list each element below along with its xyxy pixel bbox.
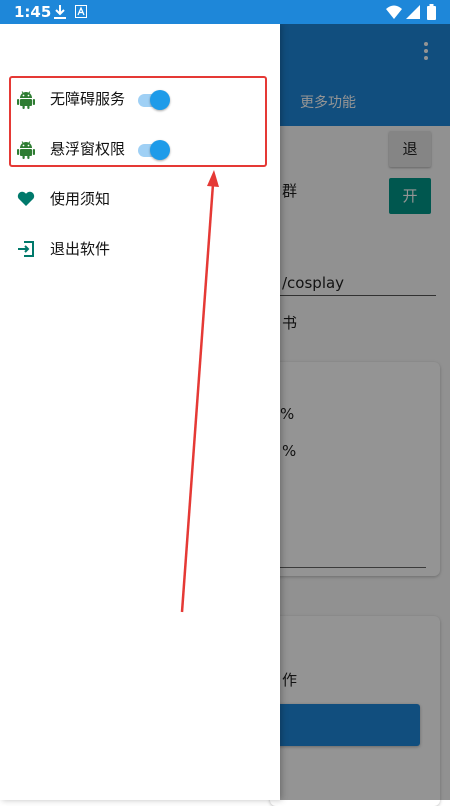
- notification-a-icon: [75, 4, 87, 23]
- signal-icon: [406, 4, 420, 23]
- wifi-icon: [386, 4, 402, 23]
- arrow-annotation: [180, 170, 219, 613]
- battery-icon: [427, 4, 436, 24]
- status-bar: 1:45: [0, 0, 450, 24]
- download-icon: [54, 4, 66, 23]
- status-time: 1:45: [14, 3, 52, 21]
